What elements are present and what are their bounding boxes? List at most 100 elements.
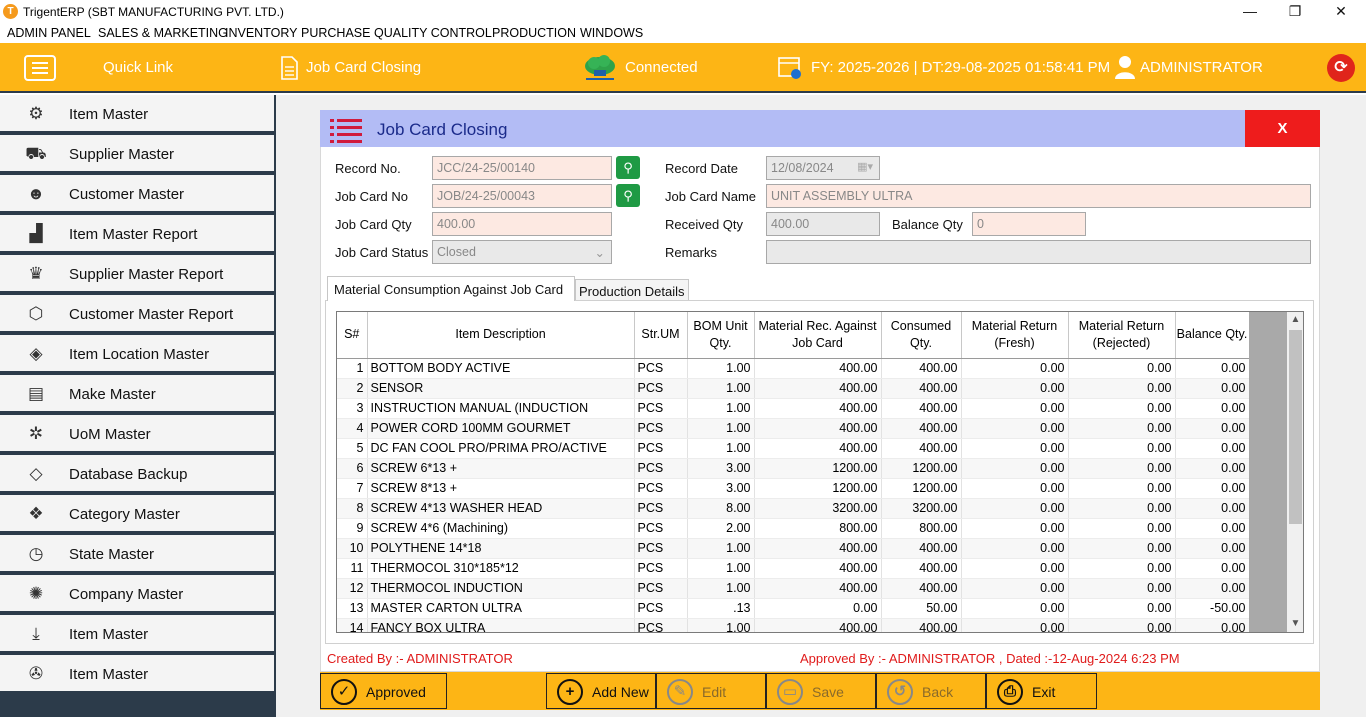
cell-return-fresh[interactable]: 0.00: [961, 598, 1069, 619]
col-header-balance-qty[interactable]: Balance Qty.: [1175, 312, 1250, 359]
table-row[interactable]: 9 SCREW 4*6 (Machining) PCS 2.00 800.00 800.0…: [337, 518, 1250, 539]
col-header-bom-unit-qty[interactable]: BOM Unit Qty.: [687, 312, 755, 359]
scroll-down-icon[interactable]: ▼: [1287, 616, 1303, 632]
grid-vertical-scrollbar[interactable]: ▲ ▼: [1287, 312, 1303, 632]
job-card-status-select[interactable]: Closed ⌄: [432, 240, 612, 264]
cell-sno[interactable]: 10: [337, 538, 368, 559]
calendar-dropdown-icon[interactable]: ▦▾: [857, 160, 873, 173]
menu-windows[interactable]: WINDOWS: [580, 26, 643, 40]
table-row[interactable]: 5 DC FAN COOL PRO/PRIMA PRO/ACTIVE PCS 1.00…: [337, 438, 1250, 459]
col-header-return-fresh[interactable]: Material Return (Fresh): [961, 312, 1069, 359]
maximize-button[interactable]: ❐: [1280, 2, 1310, 20]
cell-material-rec[interactable]: 400.00: [754, 418, 882, 439]
table-row[interactable]: 10 POLYTHENE 14*18 PCS 1.00 400.00 400.00 0.00…: [337, 538, 1250, 559]
cell-balance-qty[interactable]: 0.00: [1175, 618, 1250, 632]
cell-bom-unit-qty[interactable]: 8.00: [687, 498, 755, 519]
sidebar-item-supplier-master-report[interactable]: ♛ Supplier Master Report: [0, 255, 274, 293]
cell-item-description[interactable]: SCREW 6*13 +: [367, 458, 635, 479]
cell-consumed-qty[interactable]: 1200.00: [881, 478, 962, 499]
cell-sno[interactable]: 11: [337, 558, 368, 579]
cell-str-um[interactable]: PCS: [634, 438, 688, 459]
col-header-item-description[interactable]: Item Description: [367, 312, 635, 359]
cell-balance-qty[interactable]: 0.00: [1175, 398, 1250, 419]
cell-str-um[interactable]: PCS: [634, 618, 688, 632]
cell-return-fresh[interactable]: 0.00: [961, 378, 1069, 399]
cell-str-um[interactable]: PCS: [634, 538, 688, 559]
cell-balance-qty[interactable]: 0.00: [1175, 498, 1250, 519]
cell-balance-qty[interactable]: 0.00: [1175, 538, 1250, 559]
job-card-search-icon[interactable]: ⚲: [616, 184, 640, 207]
cell-sno[interactable]: 6: [337, 458, 368, 479]
cell-balance-qty[interactable]: 0.00: [1175, 378, 1250, 399]
col-header-consumed-qty[interactable]: Consumed Qty.: [881, 312, 962, 359]
cell-bom-unit-qty[interactable]: 2.00: [687, 518, 755, 539]
cell-material-rec[interactable]: 400.00: [754, 538, 882, 559]
cell-return-fresh[interactable]: 0.00: [961, 578, 1069, 599]
sidebar-item-item-master-2[interactable]: ⤓ Item Master: [0, 615, 274, 653]
menu-inventory[interactable]: INVENTORY: [225, 26, 297, 40]
cell-return-rejected[interactable]: 0.00: [1068, 538, 1176, 559]
table-row[interactable]: 7 SCREW 8*13 + PCS 3.00 1200.00 1200.00 0.00 0.…: [337, 478, 1250, 499]
cell-balance-qty[interactable]: -50.00: [1175, 598, 1250, 619]
cell-balance-qty[interactable]: 0.00: [1175, 478, 1250, 499]
cell-return-fresh[interactable]: 0.00: [961, 358, 1069, 379]
job-card-no-field[interactable]: JOB/24-25/00043: [432, 184, 612, 208]
cell-material-rec[interactable]: 400.00: [754, 618, 882, 632]
add-new-button[interactable]: + Add New: [546, 673, 656, 709]
cell-return-rejected[interactable]: 0.00: [1068, 418, 1176, 439]
scroll-up-icon[interactable]: ▲: [1287, 312, 1303, 328]
cell-sno[interactable]: 12: [337, 578, 368, 599]
cell-bom-unit-qty[interactable]: 1.00: [687, 418, 755, 439]
cell-return-rejected[interactable]: 0.00: [1068, 618, 1176, 632]
cell-item-description[interactable]: DC FAN COOL PRO/PRIMA PRO/ACTIVE: [367, 438, 635, 459]
cell-consumed-qty[interactable]: 400.00: [881, 558, 962, 579]
cell-consumed-qty[interactable]: 400.00: [881, 418, 962, 439]
cell-return-rejected[interactable]: 0.00: [1068, 458, 1176, 479]
cell-return-rejected[interactable]: 0.00: [1068, 478, 1176, 499]
cell-consumed-qty[interactable]: 400.00: [881, 618, 962, 632]
cell-balance-qty[interactable]: 0.00: [1175, 418, 1250, 439]
col-header-sno[interactable]: S#: [337, 312, 368, 359]
cell-return-rejected[interactable]: 0.00: [1068, 358, 1176, 379]
table-row[interactable]: 4 POWER CORD 100MM GOURMET PCS 1.00 400.00 40…: [337, 418, 1250, 439]
sidebar-item-database-backup[interactable]: ◇ Database Backup: [0, 455, 274, 493]
cell-return-fresh[interactable]: 0.00: [961, 518, 1069, 539]
cell-bom-unit-qty[interactable]: 1.00: [687, 558, 755, 579]
cell-material-rec[interactable]: 800.00: [754, 518, 882, 539]
cell-return-rejected[interactable]: 0.00: [1068, 438, 1176, 459]
cell-sno[interactable]: 4: [337, 418, 368, 439]
sidebar-item-item-master-3[interactable]: ✇ Item Master: [0, 655, 274, 693]
cell-balance-qty[interactable]: 0.00: [1175, 578, 1250, 599]
cell-bom-unit-qty[interactable]: 1.00: [687, 398, 755, 419]
cell-sno[interactable]: 8: [337, 498, 368, 519]
cell-return-rejected[interactable]: 0.00: [1068, 398, 1176, 419]
cell-sno[interactable]: 1: [337, 358, 368, 379]
cell-str-um[interactable]: PCS: [634, 358, 688, 379]
cell-return-fresh[interactable]: 0.00: [961, 438, 1069, 459]
menu-quality-control[interactable]: QUALITY CONTROL: [374, 26, 492, 40]
cell-return-rejected[interactable]: 0.00: [1068, 558, 1176, 579]
col-header-str-um[interactable]: Str.UM: [634, 312, 688, 359]
cell-sno[interactable]: 5: [337, 438, 368, 459]
quick-link[interactable]: Quick Link: [103, 59, 173, 76]
menu-sales-marketing[interactable]: SALES & MARKETING: [98, 26, 228, 40]
tab-material-consumption[interactable]: Material Consumption Against Job Card: [327, 276, 575, 301]
sidebar-item-uom-master[interactable]: ✲ UoM Master: [0, 415, 274, 453]
tab-production-details[interactable]: Production Details: [575, 279, 689, 301]
sidebar-item-supplier-master[interactable]: ⛟ Supplier Master: [0, 135, 274, 173]
cell-return-rejected[interactable]: 0.00: [1068, 518, 1176, 539]
cell-balance-qty[interactable]: 0.00: [1175, 438, 1250, 459]
cell-item-description[interactable]: THERMOCOL INDUCTION: [367, 578, 635, 599]
sidebar-item-item-master[interactable]: ⚙ Item Master: [0, 95, 274, 133]
sidebar-item-customer-master[interactable]: ☻ Customer Master: [0, 175, 274, 213]
cell-bom-unit-qty[interactable]: 1.00: [687, 358, 755, 379]
cell-material-rec[interactable]: 1200.00: [754, 478, 882, 499]
cell-str-um[interactable]: PCS: [634, 458, 688, 479]
remarks-field[interactable]: [766, 240, 1311, 264]
sidebar-item-state-master[interactable]: ◷ State Master: [0, 535, 274, 573]
cell-bom-unit-qty[interactable]: 1.00: [687, 438, 755, 459]
col-header-return-rejected[interactable]: Material Return (Rejected): [1068, 312, 1176, 359]
cell-balance-qty[interactable]: 0.00: [1175, 518, 1250, 539]
cell-consumed-qty[interactable]: 50.00: [881, 598, 962, 619]
job-card-qty-field[interactable]: 400.00: [432, 212, 612, 236]
